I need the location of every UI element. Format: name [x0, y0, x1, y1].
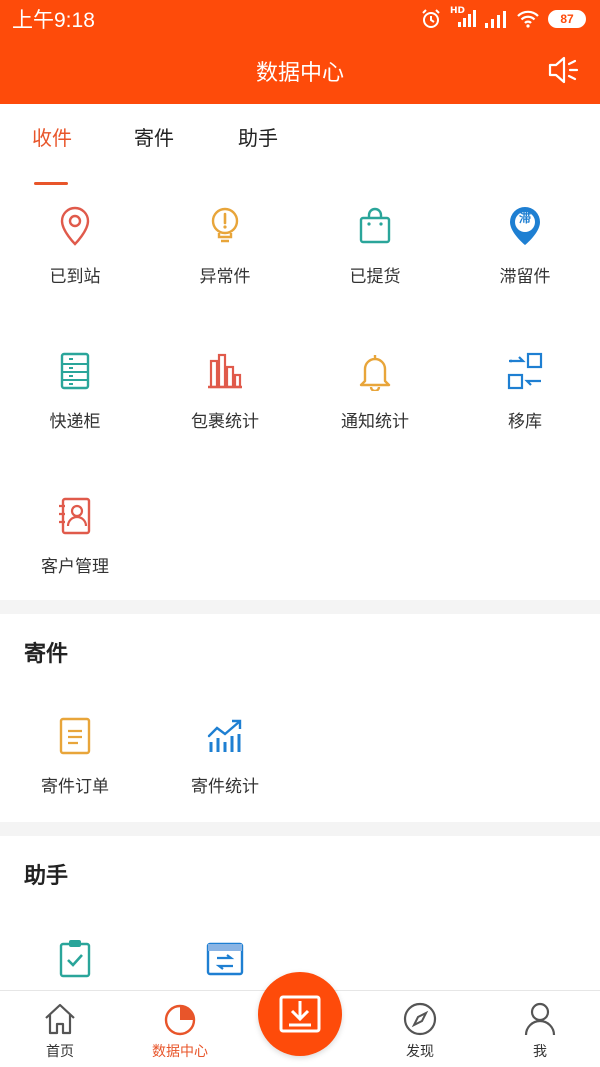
tab-send[interactable]: 寄件	[134, 122, 174, 170]
bell-icon	[353, 349, 397, 393]
tab-bar: 收件 寄件 助手	[0, 122, 600, 185]
grid-item-helper-exchange[interactable]	[150, 936, 300, 980]
clipboard-check-icon	[53, 936, 97, 980]
grid-item-label: 包裹统计	[191, 412, 259, 432]
grid-item-notice-stats[interactable]: 通知统计	[300, 349, 450, 432]
center-action-button[interactable]	[258, 972, 342, 1056]
user-icon	[520, 999, 560, 1039]
nav-label: 我	[533, 1044, 547, 1060]
status-time: 上午9:18	[12, 9, 95, 32]
box-exchange-icon	[203, 936, 247, 980]
page-title: 数据中心	[255, 61, 344, 86]
nav-discover[interactable]: 发现	[360, 999, 480, 1061]
nav-label: 发现	[406, 1044, 434, 1060]
grid-item-helper-checklist[interactable]	[0, 936, 150, 980]
grid-item-label: 快递柜	[49, 412, 101, 432]
wifi-icon	[517, 10, 539, 28]
transfer-icon	[503, 349, 547, 393]
bar-chart-icon	[203, 349, 247, 393]
warning-bulb-icon	[203, 204, 247, 248]
nav-me[interactable]: 我	[480, 999, 600, 1061]
speaker-icon	[548, 56, 579, 84]
section-heading-send: 寄件	[24, 642, 69, 667]
signal-icon	[485, 11, 506, 28]
speaker-button[interactable]	[546, 52, 582, 88]
order-doc-icon	[53, 714, 97, 758]
nav-home[interactable]: 首页	[0, 999, 120, 1061]
retained-badge: 滞	[518, 211, 531, 225]
battery-indicator: 87	[548, 10, 586, 28]
receive-panel: 收件 寄件 助手 已到站 异常件 已提货 滞 滞留件 快递柜 包裹统计 通知统计…	[0, 104, 600, 600]
section-heading-helper: 助手	[24, 864, 69, 889]
compass-icon	[400, 999, 440, 1039]
trend-chart-icon	[203, 714, 247, 758]
title-bar: 数据中心	[0, 38, 600, 104]
grid-item-label: 已提货	[349, 267, 401, 287]
pie-chart-icon	[160, 999, 200, 1039]
grid-item-abnormal[interactable]: 异常件	[150, 204, 300, 287]
status-bar: 上午9:18 HD 87	[0, 0, 600, 38]
grid-item-label: 移库	[508, 412, 542, 432]
grid-item-transfer[interactable]: 移库	[450, 349, 600, 432]
grid-item-send-orders[interactable]: 寄件订单	[0, 714, 150, 797]
send-panel: 寄件 寄件订单 寄件统计	[0, 614, 600, 822]
status-icons: HD 87	[420, 6, 586, 30]
download-icon	[279, 995, 321, 1033]
grid-item-package-stats[interactable]: 包裹统计	[150, 349, 300, 432]
grid-item-label: 寄件订单	[41, 777, 109, 797]
nav-label: 首页	[46, 1044, 74, 1060]
home-icon	[40, 999, 80, 1039]
nav-data-center[interactable]: 数据中心	[120, 999, 240, 1061]
grid-item-picked-up[interactable]: 已提货	[300, 204, 450, 287]
locker-icon	[53, 349, 97, 393]
customer-card-icon	[53, 494, 97, 538]
retained-pin-icon: 滞	[503, 204, 547, 248]
grid-item-customer[interactable]: 客户管理	[0, 494, 150, 577]
signal-hd-icon: HD	[450, 6, 476, 29]
grid-item-label: 通知统计	[341, 412, 409, 432]
grid-item-arrived[interactable]: 已到站	[0, 204, 150, 287]
grid-item-label: 已到站	[49, 267, 101, 287]
grid-item-label: 异常件	[199, 267, 251, 287]
grid-item-label: 滞留件	[499, 267, 551, 287]
location-pin-icon	[53, 204, 97, 248]
grid-item-retained[interactable]: 滞 滞留件	[450, 204, 600, 287]
tab-helper[interactable]: 助手	[238, 122, 278, 170]
shopping-bag-icon	[353, 204, 397, 248]
grid-item-send-stats[interactable]: 寄件统计	[150, 714, 300, 797]
tab-underline	[34, 182, 68, 185]
alarm-icon	[422, 9, 440, 28]
grid-item-label: 寄件统计	[191, 777, 259, 797]
nav-label: 数据中心	[152, 1044, 208, 1060]
grid-item-locker[interactable]: 快递柜	[0, 349, 150, 432]
tab-receive[interactable]: 收件	[32, 122, 72, 170]
grid-item-label: 客户管理	[41, 557, 109, 577]
